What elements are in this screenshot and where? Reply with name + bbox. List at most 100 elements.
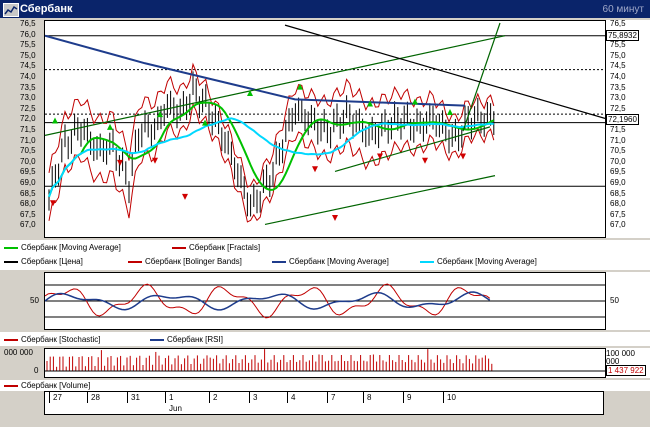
price-tick-left: 73,0 (20, 93, 36, 103)
oscillator-legend: Сбербанк [Stochastic] Сбербанк [RSI] (0, 332, 650, 346)
date-separator (363, 392, 364, 403)
price-tick-right: 69,0 (610, 178, 626, 187)
legend-stochastic: Сбербанк [Stochastic] (4, 334, 101, 345)
price-tick-left: 70,0 (20, 156, 36, 166)
osc-left-tick: 50 (30, 296, 39, 305)
price-tick-right: 70,0 (610, 156, 626, 166)
date-label: 27 (53, 393, 62, 402)
legend-ma-blue: Сбербанк [Moving Average] (272, 256, 389, 267)
last-volume-label: 1 437 922 (606, 365, 646, 376)
fractal-down-arrow (312, 166, 318, 173)
legend-fractals: Сбербанк [Fractals] (172, 242, 260, 253)
date-label: 2 (213, 393, 218, 402)
price-tick-left: 74,5 (20, 61, 36, 71)
date-label: 31 (131, 393, 140, 402)
oscillator-panel[interactable] (44, 272, 606, 330)
date-separator (327, 392, 328, 403)
price-tick-right: 75,0 (610, 50, 626, 60)
date-separator (287, 392, 288, 403)
date-separator (209, 392, 210, 403)
price-tick-right: 76,5 (610, 19, 626, 28)
date-label: 1 (169, 393, 174, 402)
vol-left-top: 000 000 (4, 348, 33, 357)
price-tick-right: 71,5 (610, 125, 626, 134)
legend-price: Сбербанк [Цена] (4, 256, 83, 267)
price-tick-right: 73,0 (610, 93, 626, 103)
fractal-down-arrow (50, 200, 56, 207)
volume-panel[interactable] (44, 348, 606, 378)
date-label: 9 (407, 393, 412, 402)
price-tick-right: 67,0 (610, 220, 626, 230)
date-separator (443, 392, 444, 403)
fractal-down-arrow (422, 157, 428, 164)
price-tick-right: 75,5 (610, 40, 626, 50)
volume-chart[interactable] (45, 349, 605, 377)
price-legend: Сбербанк [Moving Average] Сбербанк [Frac… (0, 240, 650, 270)
price-axis-right: 76,576,075,575,074,574,073,573,072,572,0… (606, 20, 650, 238)
date-label: 3 (253, 393, 258, 402)
price-tick-left: 71,5 (20, 125, 36, 134)
fractal-up-arrow (412, 98, 418, 105)
price-tick-left: 71,0 (20, 135, 36, 145)
timeframe-label: 60 минут (602, 4, 644, 15)
price-tick-left: 68,5 (20, 188, 36, 198)
price-tick-left: 69,5 (20, 167, 36, 177)
legend-volume: Сбербанк [Volume] (4, 380, 90, 391)
price-tick-left: 76,5 (20, 19, 36, 28)
price-tick-left: 75,0 (20, 50, 36, 60)
price-tick-left: 68,0 (20, 199, 36, 209)
date-label: 8 (367, 393, 372, 402)
price-tick-right: 68,5 (610, 188, 626, 198)
price-tick-right: 70,5 (610, 146, 626, 156)
price-tick-right: 74,0 (610, 72, 626, 81)
price-tick-right: 69,5 (610, 167, 626, 177)
fractal-down-arrow (182, 193, 188, 200)
date-separator (49, 392, 50, 403)
price-tick-left: 72,5 (20, 103, 36, 113)
volume-legend: Сбербанк [Volume] (0, 380, 650, 391)
fractal-up-arrow (107, 123, 113, 130)
date-label: 7 (331, 393, 336, 402)
date-separator (403, 392, 404, 403)
fractal-down-arrow (460, 153, 466, 160)
price-tick-left: 76,0 (20, 29, 36, 39)
price-tick-left: 67,5 (20, 209, 36, 219)
date-separator (165, 392, 166, 403)
fractal-up-arrow (447, 109, 453, 116)
price-tick-right: 72,5 (610, 103, 626, 113)
window-titlebar[interactable]: Сбербанк 60 минут (0, 0, 650, 18)
price-tick-right: 73,5 (610, 82, 626, 92)
date-label: 28 (91, 393, 100, 402)
price-chart[interactable] (45, 21, 605, 237)
price-tick-right: 71,0 (610, 135, 626, 145)
price-tick-right: 68,0 (610, 199, 626, 209)
date-axis: 27 28 31 1 2 3 4 7 8 9 10 Jun (44, 391, 604, 415)
price-chart-panel[interactable] (44, 20, 606, 238)
price-tick-left: 70,5 (20, 146, 36, 156)
oscillator-chart[interactable] (45, 273, 605, 329)
date-label: 4 (291, 393, 296, 402)
last-price-label: 72,1960 (606, 114, 639, 125)
date-separator (127, 392, 128, 403)
ma-blue-line (45, 34, 466, 107)
fractal-down-arrow (152, 157, 158, 164)
fractal-up-arrow (52, 117, 58, 124)
trend-line-support (264, 175, 496, 225)
date-separator (87, 392, 88, 403)
price-tick-left: 73,5 (20, 82, 36, 92)
price-tick-left: 74,0 (20, 72, 36, 81)
chart-app-icon (3, 3, 19, 17)
legend-ma-green: Сбербанк [Moving Average] (4, 242, 121, 253)
price-tick-left: 72,0 (20, 114, 36, 124)
price-axis-left: 76,5 76,0 75,5 75,0 74,5 74,0 73,5 73,0 72,5 72,0… (0, 20, 44, 238)
vol-left-zero: 0 (34, 366, 39, 375)
last-price-top-label: 75,8932 (606, 30, 639, 41)
price-tick-left: 67,0 (20, 220, 36, 230)
osc-axis-right: 50 (606, 272, 650, 330)
date-separator (249, 392, 250, 403)
month-label: Jun (169, 404, 182, 413)
window-title: Сбербанк (20, 3, 73, 15)
legend-rsi: Сбербанк [RSI] (150, 334, 223, 345)
legend-ma-cyan: Сбербанк [Moving Average] (420, 256, 537, 267)
fractal-down-arrow (332, 215, 338, 222)
